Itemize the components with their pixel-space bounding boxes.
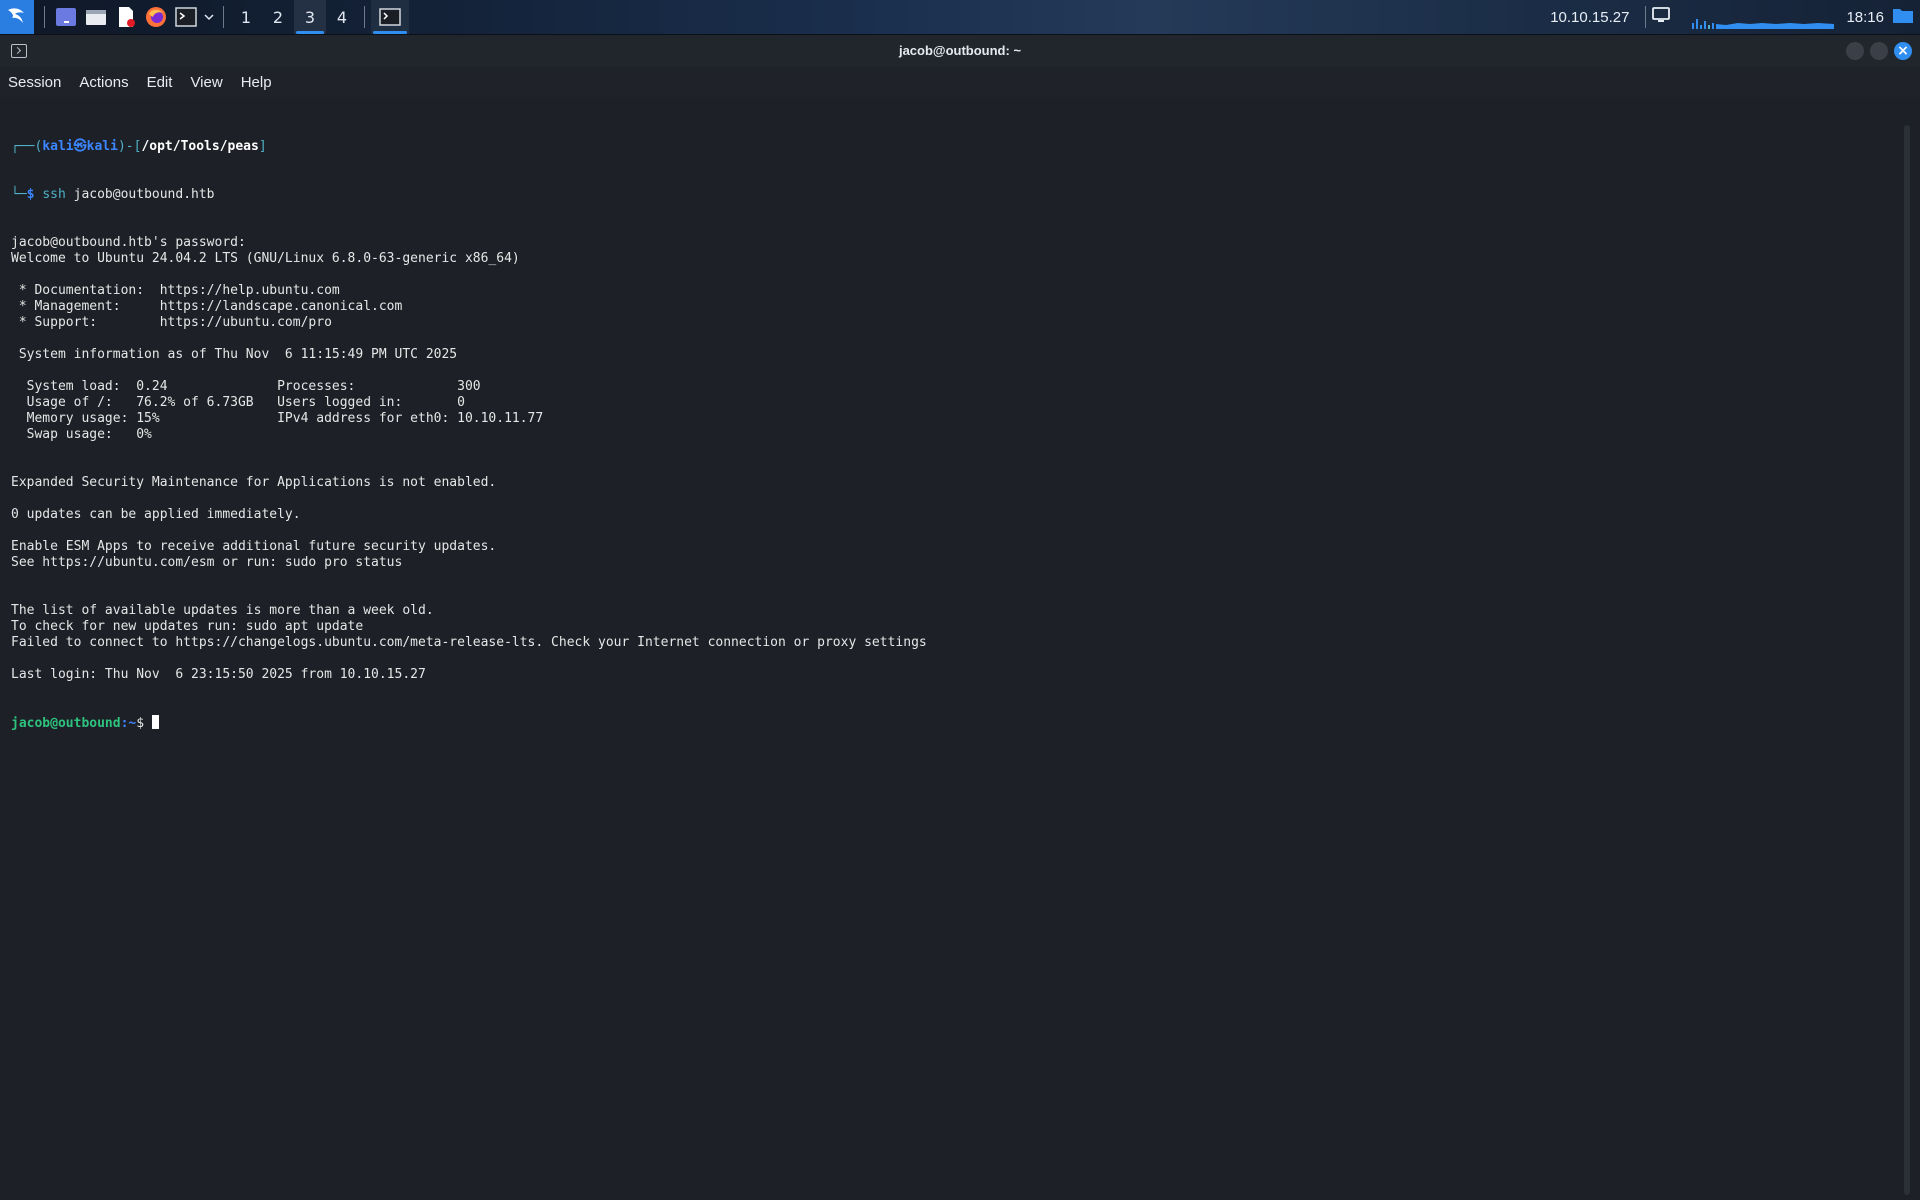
terminal-line: See https://ubuntu.com/esm or run: sudo … — [11, 555, 403, 570]
panel-left: 1 2 3 4 — [0, 0, 409, 34]
terminal-line: 0 updates can be applied immediately. — [11, 507, 301, 522]
close-button[interactable]: × — [1894, 42, 1912, 60]
final-prompt-user: jacob@outbound — [11, 716, 121, 731]
terminal-line: * Management: https://landscape.canonica… — [11, 299, 403, 314]
separator — [1645, 6, 1647, 28]
terminal-line: jacob@outbound.htb's password: — [11, 235, 246, 250]
workspace-3[interactable]: 3 — [294, 0, 326, 34]
menu-session[interactable]: Session — [8, 74, 61, 91]
top-panel: 1 2 3 4 10.10.15.27 18:16 — [0, 0, 1920, 35]
chevron-down-icon[interactable] — [201, 0, 217, 34]
terminal-line: System load: 0.24 Processes: 300 — [11, 379, 481, 394]
menu-view[interactable]: View — [190, 74, 222, 91]
prompt-path: /opt/Tools/peas — [141, 139, 259, 154]
scrollbar[interactable] — [1904, 125, 1910, 1195]
terminal-line: The list of available updates is more th… — [11, 603, 434, 618]
workspace-4[interactable]: 4 — [326, 0, 358, 34]
maximize-button[interactable] — [1870, 42, 1888, 60]
terminal-line: System information as of Thu Nov 6 11:15… — [11, 347, 458, 362]
terminal-line: Welcome to Ubuntu 24.04.2 LTS (GNU/Linux… — [11, 251, 520, 266]
text-cursor — [151, 715, 159, 729]
command-args: jacob@outbound.htb — [65, 187, 215, 202]
terminal-line: Memory usage: 15% IPv4 address for eth0:… — [11, 411, 544, 426]
workspace-2[interactable]: 2 — [262, 0, 294, 34]
terminal-line: * Support: https://ubuntu.com/pro — [11, 315, 332, 330]
prompt-user: kali — [42, 139, 74, 154]
final-prompt-sign: $ — [136, 716, 152, 731]
text-editor-icon[interactable] — [111, 0, 141, 34]
network-graph[interactable] — [1686, 5, 1836, 29]
prompt-line-1: ┌──(kali㉿kali)-[/opt/Tools/peas] — [11, 139, 267, 154]
terminal-window: jacob@outbound: ~ × Session Actions Edit… — [0, 35, 1920, 1200]
folder-icon[interactable] — [1892, 6, 1914, 28]
title-bar[interactable]: jacob@outbound: ~ × — [0, 35, 1920, 67]
terminal-icon[interactable] — [171, 0, 201, 34]
final-prompt: jacob@outbound:~$ — [11, 715, 1900, 731]
ip-address[interactable]: 10.10.15.27 — [1550, 9, 1629, 26]
prompt-host: kali — [86, 139, 118, 154]
prompt-at-symbol: ㉿ — [73, 139, 87, 154]
menu-actions[interactable]: Actions — [79, 74, 128, 91]
menu-bar: Session Actions Edit View Help — [0, 67, 1920, 97]
task-terminal-button[interactable] — [371, 0, 409, 34]
terminal-line: To check for new updates run: sudo apt u… — [11, 619, 364, 634]
terminal-line: Usage of /: 76.2% of 6.73GB Users logged… — [11, 395, 465, 410]
command-name: ssh — [42, 187, 66, 202]
separator — [223, 6, 224, 28]
menu-help[interactable]: Help — [241, 74, 272, 91]
window-controls: × — [1846, 42, 1912, 60]
window-title: jacob@outbound: ~ — [898, 43, 1022, 58]
desktop-icon[interactable] — [51, 0, 81, 34]
menu-edit[interactable]: Edit — [147, 74, 173, 91]
terminal-line: Expanded Security Maintenance for Applic… — [11, 475, 497, 490]
terminal-output[interactable]: ┌──(kali㉿kali)-[/opt/Tools/peas] └─$ ssh… — [0, 102, 1900, 1200]
terminal-icon — [379, 8, 401, 26]
panel-right: 10.10.15.27 18:16 — [1550, 0, 1920, 34]
workspace-1[interactable]: 1 — [230, 0, 262, 34]
terminal-line: Failed to connect to https://changelogs.… — [11, 635, 927, 650]
file-manager-icon[interactable] — [81, 0, 111, 34]
separator — [364, 6, 365, 28]
terminal-line: Last login: Thu Nov 6 23:15:50 2025 from… — [11, 667, 426, 682]
clock[interactable]: 18:16 — [1846, 9, 1884, 26]
output-lines: jacob@outbound.htb's password: Welcome to… — [11, 235, 1900, 683]
minimize-button[interactable] — [1846, 42, 1864, 60]
terminal-line: Enable ESM Apps to receive additional fu… — [11, 539, 497, 554]
terminal-line: * Documentation: https://help.ubuntu.com — [11, 283, 340, 298]
separator — [44, 6, 45, 28]
final-prompt-path: :~ — [120, 716, 137, 731]
kali-menu-icon[interactable] — [0, 0, 34, 34]
display-icon[interactable] — [1652, 7, 1671, 27]
terminal-line: Swap usage: 0% — [11, 427, 152, 442]
firefox-icon[interactable] — [141, 0, 171, 34]
prompt-line-2: └─$ ssh jacob@outbound.htb — [11, 187, 215, 202]
